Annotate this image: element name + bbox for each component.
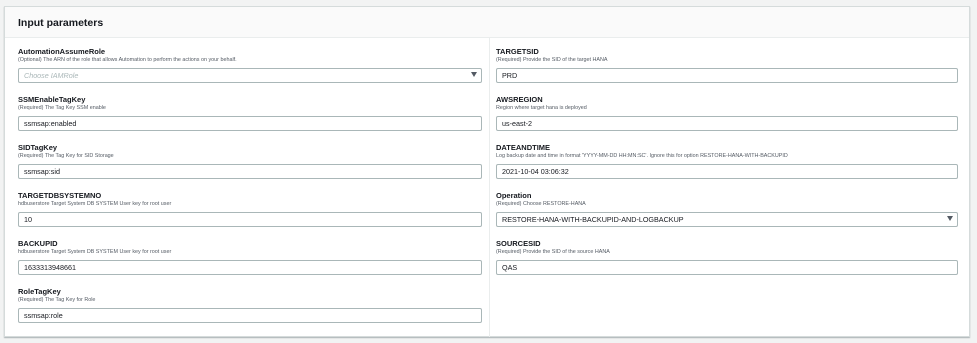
field-description: (Required) Provide the SID of the target… [496, 57, 608, 63]
field-label: SOURCESID [496, 239, 541, 248]
sid-tag-key-input[interactable]: ssmsap:sid [18, 164, 482, 179]
field-label: AutomationAssumeRole [18, 47, 106, 56]
field-description: (Required) Choose RESTORE-HANA [496, 201, 586, 207]
target-db-system-no-input[interactable]: 10 [18, 212, 482, 227]
field-label: SIDTagKey [18, 143, 58, 152]
source-sid-input[interactable]: QAS [496, 260, 958, 275]
caret-down-icon [947, 216, 953, 221]
aws-region-input[interactable]: us-east-2 [496, 116, 958, 131]
field-description: (Optional) The ARN of the role that allo… [18, 57, 237, 63]
role-tag-key-field: RoleTagKey (Required) The Tag Key for Ro… [18, 287, 482, 323]
target-sid-field: TARGETSID (Required) Provide the SID of … [496, 47, 958, 83]
field-description: Log backup date and time in format 'YYYY… [496, 153, 788, 159]
field-label: Operation [496, 191, 532, 200]
sid-tag-key-field: SIDTagKey (Required) The Tag Key for SID… [18, 143, 482, 179]
select-placeholder: Choose IAMRole [24, 71, 79, 80]
field-label: AWSREGION [496, 95, 543, 104]
date-and-time-input[interactable]: 2021-10-04 03:06:32 [496, 164, 958, 179]
field-description: (Required) The Tag Key for SID Storage [18, 153, 114, 159]
operation-select[interactable]: RESTORE-HANA-WITH-BACKUPID-AND-LOGBACKUP [496, 212, 958, 227]
operation-field: Operation (Required) Choose RESTORE-HANA… [496, 191, 958, 227]
column-divider [489, 38, 490, 337]
source-sid-field: SOURCESID (Required) Provide the SID of … [496, 239, 958, 275]
field-description: hdbuserstore Target System DB SYSTEM Use… [18, 201, 172, 207]
backup-id-field: BACKUPID hdbuserstore Target System DB S… [18, 239, 482, 275]
role-tag-key-input[interactable]: ssmsap:role [18, 308, 482, 323]
field-description: (Required) Provide the SID of the source… [496, 249, 610, 255]
backup-id-input[interactable]: 1633313948661 [18, 260, 482, 275]
field-description: Region where target hana is deployed [496, 105, 587, 111]
target-db-system-no-field: TARGETDBSYSTEMNO hdbuserstore Target Sys… [18, 191, 482, 227]
field-description: (Required) The Tag Key SSM enable [18, 105, 106, 111]
field-label: RoleTagKey [18, 287, 61, 296]
panel-header: Input parameters [5, 7, 969, 38]
field-description: hdbuserstore Target System DB SYSTEM Use… [18, 249, 172, 255]
field-label: BACKUPID [18, 239, 58, 248]
caret-down-icon [471, 72, 477, 77]
panel-title: Input parameters [18, 17, 104, 29]
field-label: SSMEnableTagKey [18, 95, 86, 104]
field-label: TARGETSID [496, 47, 539, 56]
select-value: RESTORE-HANA-WITH-BACKUPID-AND-LOGBACKUP [502, 215, 684, 224]
field-label: DATEANDTIME [496, 143, 551, 152]
field-label: TARGETDBSYSTEMNO [18, 191, 102, 200]
automation-assume-role-select[interactable]: Choose IAMRole [18, 68, 482, 83]
field-description: (Required) The Tag Key for Role [18, 297, 96, 303]
input-parameters-panel: Input parameters AutomationAssumeRole (O… [4, 6, 970, 337]
ssm-enable-tag-key-input[interactable]: ssmsap:enabled [18, 116, 482, 131]
ssm-enable-tag-key-field: SSMEnableTagKey (Required) The Tag Key S… [18, 95, 482, 131]
automation-assume-role-field: AutomationAssumeRole (Optional) The ARN … [18, 47, 482, 83]
date-and-time-field: DATEANDTIME Log backup date and time in … [496, 143, 958, 179]
aws-region-field: AWSREGION Region where target hana is de… [496, 95, 958, 131]
target-sid-input[interactable]: PRD [496, 68, 958, 83]
